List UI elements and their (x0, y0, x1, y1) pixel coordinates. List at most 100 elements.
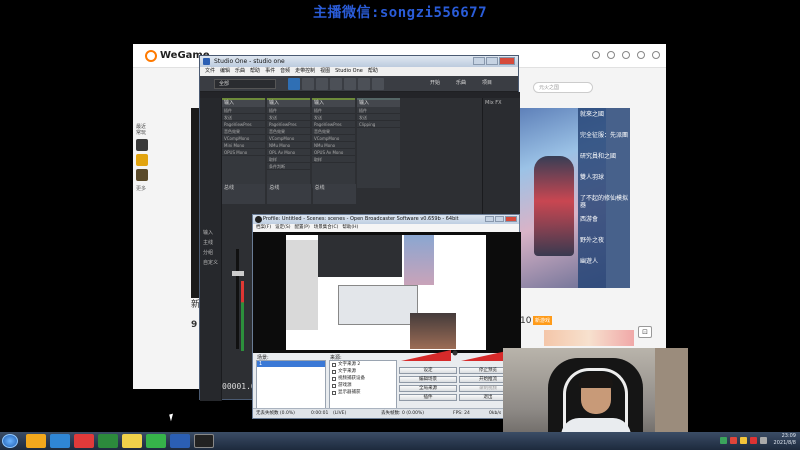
global-sources-button[interactable]: 全局来源 (399, 385, 457, 392)
channel-slot[interactable]: Clipping (357, 121, 400, 128)
game-list-item[interactable]: 幽遊人 (578, 255, 630, 276)
mixer-channel[interactable]: 输入 插件 发送 PageViewPres 音色效果 VCompMono NMu… (312, 98, 355, 188)
listen-tool-icon[interactable] (372, 78, 384, 90)
eraser-tool-icon[interactable] (330, 78, 342, 90)
menu-item[interactable]: 配置(P) (294, 224, 309, 232)
obs-preview[interactable] (253, 232, 521, 353)
game-list-item[interactable]: 就來之國 (578, 108, 630, 129)
menu-item[interactable]: 帮助 (250, 67, 260, 76)
game-list-item[interactable]: 研究員和之國 (578, 150, 630, 171)
pencil-tool-icon[interactable] (316, 78, 328, 90)
tray-icon[interactable] (749, 436, 757, 444)
game-list-item[interactable]: 野外之夜 (578, 234, 630, 255)
menu-item[interactable]: 文件 (205, 67, 215, 76)
avatar[interactable] (622, 51, 630, 59)
obs-icon[interactable] (194, 434, 214, 448)
paint-tool-icon[interactable] (344, 78, 356, 90)
settings-icon[interactable] (592, 51, 600, 59)
wegame-search-input[interactable]: 元火之国 (533, 82, 593, 93)
project-button[interactable]: 项目 (482, 79, 492, 86)
source-item[interactable]: 文字来源 (330, 368, 396, 375)
system-clock[interactable]: 23:09 2021/8/8 (774, 433, 796, 447)
source-item[interactable]: 文字来源 2 (330, 361, 396, 368)
plugins-button[interactable]: 插件 (399, 394, 457, 401)
channel-slot[interactable]: OPUS Mono (222, 149, 265, 156)
channel-slot[interactable]: NMu Mono (312, 142, 355, 149)
close-button[interactable] (505, 216, 517, 222)
channel-slot[interactable]: 取样 (267, 156, 310, 163)
maximize-button[interactable] (486, 57, 498, 65)
channel-slot[interactable]: PageViewPres (267, 121, 310, 128)
message-icon[interactable] (607, 51, 615, 59)
menu-item[interactable]: 乐曲 (235, 67, 245, 76)
menu-item[interactable]: 视图 (320, 67, 330, 76)
start-button[interactable]: 开始 (430, 79, 440, 86)
greenapp-icon[interactable] (146, 434, 166, 448)
ie-icon[interactable] (50, 434, 70, 448)
checkbox-icon[interactable] (332, 369, 336, 374)
menu-item[interactable]: 设定(S) (275, 224, 290, 232)
menu-item[interactable]: 走带控制 (295, 67, 315, 76)
volume-icon[interactable] (759, 436, 767, 444)
channel-slot[interactable]: Mini Mono (222, 142, 265, 149)
checkbox-icon[interactable] (332, 376, 336, 381)
tray-icon[interactable] (739, 436, 747, 444)
channel-slot[interactable]: 取样 (312, 156, 355, 163)
game-list-item[interactable]: 雙人羽球 (578, 171, 630, 192)
sidebar-more-link[interactable]: 更多 (136, 185, 151, 192)
tray-icon[interactable] (719, 436, 727, 444)
minimize-button[interactable] (473, 57, 485, 65)
channel-slot[interactable]: NMu Mono (267, 142, 310, 149)
channel-slot[interactable]: PageViewPres (312, 121, 355, 128)
bus-label[interactable]: 总线 (312, 184, 356, 204)
song-button[interactable]: 乐曲 (456, 79, 466, 86)
source-item[interactable]: 游戏源 (330, 382, 396, 389)
minimize-button[interactable] (485, 216, 494, 222)
edit-scene-button[interactable]: 编辑场景 (399, 376, 457, 383)
qq-icon[interactable] (122, 434, 142, 448)
bus-label[interactable]: 总线 (267, 184, 311, 204)
game-list-item[interactable]: 西游會 (578, 213, 630, 234)
menu-item[interactable]: 帮助(H) (342, 224, 358, 232)
channel-slot[interactable]: 发送 (267, 114, 310, 121)
menu-item[interactable]: 帮助 (368, 67, 378, 76)
menu-item[interactable]: Studio One (335, 67, 363, 76)
channel-slot[interactable]: 条件判断 (267, 163, 310, 170)
game-list-item[interactable]: 了不起的修仙模拟器 (578, 192, 630, 213)
channel-slot[interactable]: OPL Av Mono (267, 149, 310, 156)
range-tool-icon[interactable] (302, 78, 314, 90)
channel-slot[interactable]: VCompMono (267, 135, 310, 142)
channel-slot[interactable]: 插件 (222, 107, 265, 114)
side-label[interactable]: 主线 (200, 238, 221, 248)
mixer-channel[interactable]: 输入 插件 发送 Clipping (357, 98, 400, 188)
channel-slot[interactable]: 插件 (357, 107, 400, 114)
source-item[interactable]: 视频捕获设备 (330, 375, 396, 382)
bus-label[interactable]: 总线 (222, 184, 266, 204)
close-button[interactable] (499, 57, 515, 65)
netease-icon[interactable] (74, 434, 94, 448)
channel-slot[interactable]: 插件 (312, 107, 355, 114)
mute-tool-icon[interactable] (358, 78, 370, 90)
wegame-icon[interactable] (26, 434, 46, 448)
channel-slot[interactable]: 发送 (312, 114, 355, 121)
audio-volume-meters[interactable] (399, 348, 517, 362)
main-fader[interactable] (228, 231, 248, 381)
minimize-icon[interactable] (637, 51, 645, 59)
game-list-item[interactable]: 完全征服：先派團 (578, 129, 630, 150)
channel-slot[interactable]: 发送 (357, 114, 400, 121)
side-label[interactable]: 自定义 (200, 258, 221, 268)
source-item[interactable]: 显示器捕获 (330, 389, 396, 396)
channel-slot[interactable]: 音色效果 (312, 128, 355, 135)
channel-slot[interactable]: VCompMono (222, 135, 265, 142)
settings-button[interactable]: 设定 (399, 367, 457, 374)
game-icon[interactable] (136, 169, 148, 181)
menu-item[interactable]: 音频 (280, 67, 290, 76)
tray-icon[interactable] (729, 436, 737, 444)
arrow-tool-icon[interactable] (288, 78, 300, 90)
side-label[interactable]: 分组 (200, 248, 221, 258)
channel-slot[interactable]: OPUS Av Mono (312, 149, 355, 156)
game-icon[interactable] (136, 154, 148, 166)
side-label[interactable]: 输入 (200, 228, 221, 238)
channel-slot[interactable]: VCompMono (312, 135, 355, 142)
channel-slot[interactable]: 音色效果 (222, 128, 265, 135)
